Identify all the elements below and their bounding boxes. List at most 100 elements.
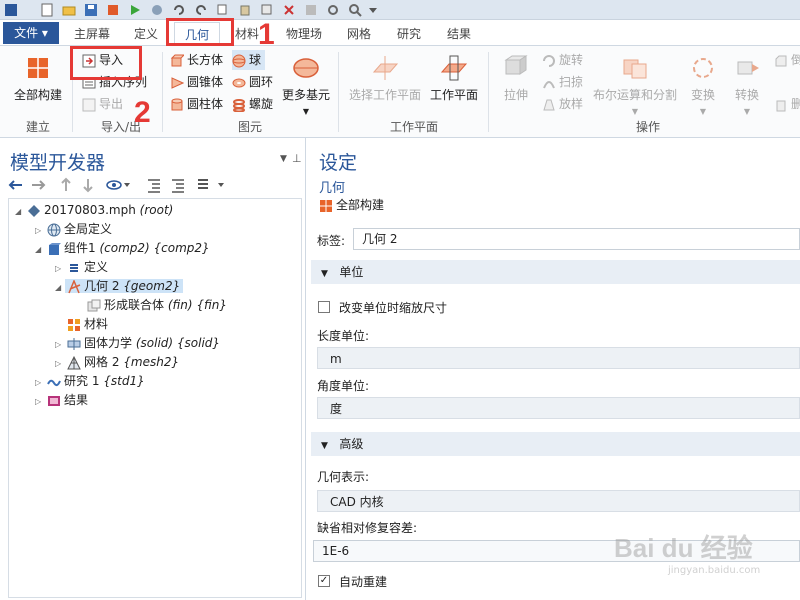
angular-unit-select[interactable]: 度 xyxy=(317,397,800,419)
stop-icon[interactable] xyxy=(150,3,164,17)
expand-triangle-icon[interactable]: ▷ xyxy=(35,221,45,240)
cone-button[interactable]: 圆锥体 xyxy=(170,72,223,92)
delete-icon[interactable] xyxy=(282,3,296,17)
tree-node-global-definitions[interactable]: ▷ 全局定义 xyxy=(35,220,112,239)
delete-entities-button[interactable]: 删 xyxy=(774,94,800,114)
helix-icon xyxy=(232,98,246,112)
panel-menu-chevron-icon[interactable]: ▼ xyxy=(280,154,287,164)
tab-mesh[interactable]: 网格 xyxy=(342,22,376,46)
scale-values-checkbox[interactable] xyxy=(318,301,330,313)
chamfer-button[interactable]: 倒 xyxy=(774,50,800,70)
chevron-down-icon[interactable] xyxy=(366,3,380,17)
expand-triangle-icon[interactable]: ▷ xyxy=(55,354,65,373)
tree-node-form-union[interactable]: 形成联合体 (fin) {fin} xyxy=(85,296,227,315)
tree-node-study[interactable]: ▷ 研究 1 {std1} xyxy=(35,372,145,391)
build-all-button[interactable]: 全部构建 xyxy=(8,54,68,103)
model-builder-title: 模型开发器 xyxy=(10,152,106,174)
expand-triangle-icon[interactable]: ▷ xyxy=(55,259,65,278)
tree-node-materials[interactable]: 材料 xyxy=(55,315,108,334)
model-tree: ◢ 20170803.mph (root) ▷ 全局定义 ◢ 组件1 (comp2) … xyxy=(8,198,302,598)
extrude-button[interactable]: 拉伸 xyxy=(496,54,536,103)
collapse-triangle-icon[interactable]: ◢ xyxy=(55,278,65,297)
revolve-button[interactable]: 旋转 xyxy=(542,50,583,70)
collapse-triangle-icon[interactable]: ◢ xyxy=(15,202,25,221)
expand-triangle-icon[interactable]: ▷ xyxy=(35,373,45,392)
chamfer-icon xyxy=(774,54,788,68)
export-button[interactable]: 导出 xyxy=(82,94,123,114)
chevron-down-icon: ▼ xyxy=(699,107,707,116)
block-button[interactable]: 长方体 xyxy=(170,50,223,70)
automatic-rebuild-checkbox[interactable]: ✓ xyxy=(318,575,330,587)
conversions-button[interactable]: 转换 ▼ xyxy=(730,54,764,117)
group-separator xyxy=(488,52,489,132)
list-view-icon[interactable] xyxy=(198,179,224,189)
collapse-all-icon[interactable] xyxy=(172,179,184,193)
sweep-button[interactable]: 扫掠 xyxy=(542,72,583,92)
tree-node-definitions[interactable]: ▷ 定义 xyxy=(55,258,108,277)
watermark-url: jingyan.baidu.com xyxy=(668,565,761,576)
select-work-plane-button[interactable]: 选择工作平面 xyxy=(346,54,424,103)
tab-physics[interactable]: 物理场 xyxy=(282,22,326,46)
duplicate-icon[interactable] xyxy=(260,3,274,17)
loft-button[interactable]: 放样 xyxy=(542,94,583,114)
group-separator xyxy=(162,52,163,132)
show-icon[interactable] xyxy=(106,180,130,190)
collapse-triangle-icon[interactable]: ◢ xyxy=(35,240,45,259)
conversions-icon xyxy=(733,54,761,82)
label-input[interactable]: 几何 2 xyxy=(353,228,800,250)
settings-subtitle: 几何 xyxy=(319,181,346,196)
tab-study[interactable]: 研究 xyxy=(392,22,426,46)
length-unit-select[interactable]: m xyxy=(317,347,800,369)
section-units[interactable]: ▼ 单位 xyxy=(311,260,800,284)
open-folder-icon[interactable] xyxy=(62,3,76,17)
transforms-button[interactable]: 变换 ▼ xyxy=(686,54,720,117)
tree-node-root[interactable]: ◢ 20170803.mph (root) xyxy=(15,201,173,220)
sweep-icon xyxy=(542,76,556,90)
tree-node-solid-mechanics[interactable]: ▷ 固体力学 (solid) {solid} xyxy=(55,334,220,353)
expand-triangle-icon[interactable]: ▷ xyxy=(55,335,65,354)
group-label-primitives: 图元 xyxy=(237,120,262,134)
chevron-down-icon: ▼ xyxy=(302,107,310,116)
tree-node-component[interactable]: ◢ 组件1 (comp2) {comp2} xyxy=(35,239,210,258)
settings-icon[interactable] xyxy=(326,3,340,17)
copy-icon[interactable] xyxy=(216,3,230,17)
redo-icon[interactable] xyxy=(194,3,208,17)
booleans-partitions-button[interactable]: 布尔运算和分割 ▼ xyxy=(588,54,682,117)
geometry-representation-select[interactable]: CAD 内核 xyxy=(317,490,800,512)
cylinder-button[interactable]: 圆柱体 xyxy=(170,94,223,114)
tab-definitions[interactable]: 定义 xyxy=(128,22,164,46)
pin-icon[interactable]: ⊥ xyxy=(292,152,302,165)
clear-icon[interactable] xyxy=(304,3,318,17)
work-plane-icon xyxy=(440,54,468,82)
sphere-button[interactable]: 球 xyxy=(232,50,266,70)
build-icon[interactable] xyxy=(106,3,120,17)
new-file-icon[interactable] xyxy=(40,3,54,17)
move-down-icon[interactable] xyxy=(83,179,93,193)
undo-icon[interactable] xyxy=(172,3,186,17)
build-all-icon xyxy=(24,54,52,82)
forward-arrow-icon[interactable] xyxy=(32,180,46,190)
tree-node-mesh[interactable]: ▷ 网格 2 {mesh2} xyxy=(55,353,179,372)
tree-node-results[interactable]: ▷ 结果 xyxy=(35,391,88,410)
paste-icon[interactable] xyxy=(238,3,252,17)
settings-build-all-button[interactable]: 全部构建 xyxy=(319,195,384,215)
tab-file[interactable]: 文件 ▾ xyxy=(3,22,59,44)
length-unit-label: 长度单位: xyxy=(317,329,370,343)
chevron-down-icon: ▼ xyxy=(743,107,751,116)
run-icon[interactable] xyxy=(128,3,142,17)
expand-all-icon[interactable] xyxy=(148,179,160,193)
move-up-icon[interactable] xyxy=(61,177,71,191)
tab-home[interactable]: 主屏幕 xyxy=(70,22,114,46)
helix-button[interactable]: 螺旋 xyxy=(232,94,273,114)
tree-node-geometry[interactable]: ◢ 几何 2 {geom2} xyxy=(55,277,184,297)
work-plane-button[interactable]: 工作平面 xyxy=(428,54,480,103)
save-icon[interactable] xyxy=(84,3,98,17)
back-arrow-icon[interactable] xyxy=(8,180,22,190)
section-advanced[interactable]: ▼ 高级 xyxy=(311,432,800,456)
search-icon[interactable] xyxy=(348,3,362,17)
more-primitives-button[interactable]: 更多基元 ▼ xyxy=(280,54,332,117)
expand-triangle-icon[interactable]: ▷ xyxy=(35,392,45,411)
annotation-step-2: 2 xyxy=(134,96,151,129)
tab-results[interactable]: 结果 xyxy=(442,22,476,46)
torus-button[interactable]: 圆环 xyxy=(232,72,273,92)
